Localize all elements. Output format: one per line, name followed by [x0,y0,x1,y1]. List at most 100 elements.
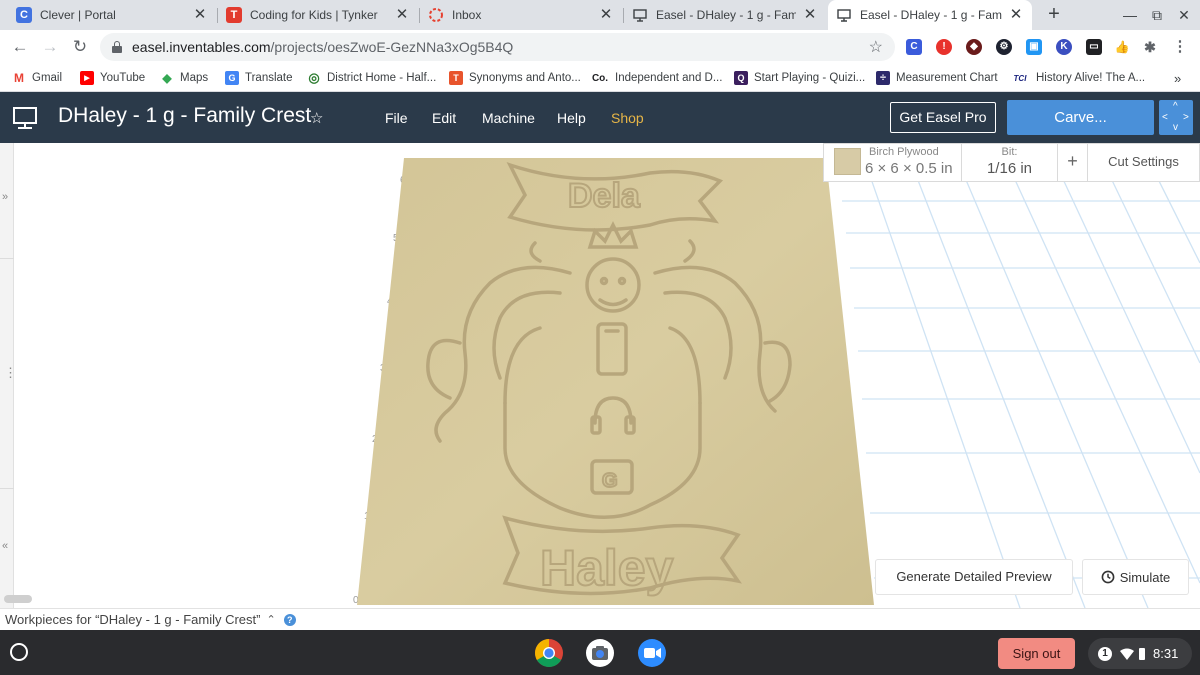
bookmark-maps[interactable]: ◆ Maps [160,70,208,86]
bookmarks-bar: M Gmail ▶ YouTube ◆ Maps G Translate ◎ D… [0,64,1200,92]
bookmark-district-home[interactable]: ◎ District Home - Half... [307,70,436,86]
new-tab-button[interactable]: + [1043,4,1065,26]
tab-close-icon[interactable]: ✕ [192,7,208,23]
translate-icon: G [225,71,239,85]
tynker-favicon-icon: T [226,7,242,23]
tab-inbox[interactable]: Inbox ✕ [420,0,622,30]
easel-favicon-icon [632,7,648,23]
rail-divider [0,488,14,489]
restore-icon[interactable]: ⧉ [1148,6,1166,24]
cast-extension-icon[interactable]: ▭ [1086,39,1102,55]
url-text: easel.inventables.com/projects/oesZwoE-G… [132,39,514,55]
bookmark-synonyms[interactable]: T Synonyms and Anto... [449,70,581,86]
simulate-label: Simulate [1119,569,1171,585]
easel-logo-icon[interactable] [12,106,38,130]
material-selector[interactable]: Birch Plywood 6 × 6 × 0.5 in [824,144,962,181]
bit-value: 1/16 in [986,160,1033,177]
menu-file[interactable]: File [385,110,408,126]
k-extension-icon[interactable]: K [1056,39,1072,55]
menu-help[interactable]: Help [557,110,586,126]
generate-detailed-preview-button[interactable]: Generate Detailed Preview [876,560,1072,594]
tab-close-icon[interactable]: ✕ [394,7,410,23]
launcher-icon[interactable] [10,643,28,661]
puzzle-extension-icon[interactable]: ◆ [966,39,982,55]
add-bit-button[interactable]: + [1058,144,1088,181]
bookmark-measurement-chart[interactable]: ÷ Measurement Chart [876,70,998,86]
workpiece-plywood[interactable] [357,158,874,605]
more-options-icon[interactable]: ⋮ [4,365,17,381]
bookmark-youtube[interactable]: ▶ YouTube [80,70,145,86]
expand-panel-icon[interactable]: » [2,191,8,203]
view-toggle-button[interactable]: ^ < > v [1159,100,1193,135]
bit-selector[interactable]: Bit: 1/16 in [962,144,1058,181]
bookmark-label: Gmail [32,72,63,84]
bookmark-independent[interactable]: Co. Independent and D... [591,70,722,86]
horizontal-scrollbar-thumb[interactable] [4,595,32,603]
wifi-icon [1120,648,1134,660]
address-bar[interactable]: easel.inventables.com/projects/oesZwoE-G… [100,33,895,61]
menu-shop[interactable]: Shop [611,110,644,126]
tci-icon: TCI [1013,73,1027,83]
bookmarks-overflow-button[interactable]: » [1174,70,1181,86]
menu-edit[interactable]: Edit [432,110,456,126]
bookmark-star-icon[interactable]: ☆ [869,37,883,57]
chevron-up-icon[interactable]: ⌃ [266,613,275,626]
bookmark-gmail[interactable]: M Gmail [12,70,62,86]
tab-tynker[interactable]: T Coding for Kids | Tynker ✕ [218,0,418,30]
menu-machine[interactable]: Machine [482,110,535,126]
left-rail: » ⋮ « [0,143,17,608]
tab-easel-1[interactable]: Easel - DHaley - 1 g - Family C ✕ [624,0,826,30]
zoom-app-icon[interactable] [637,638,667,668]
youtube-icon: ▶ [80,71,94,85]
clever-extension-icon[interactable]: C [906,39,922,55]
bookmark-label: History Alive! The A... [1036,72,1146,84]
workpieces-bar[interactable]: Workpieces for “DHaley - 1 g - Family Cr… [0,608,1200,630]
tab-label: Easel - DHaley - 1 g - Family C [860,8,1002,22]
design-canvas[interactable]: 6 5 4 3 2 1 0 [0,143,1200,608]
window-extension-icon[interactable]: ▣ [1026,39,1042,55]
forward-arrow-icon[interactable]: → [40,37,60,57]
bookmark-history-alive[interactable]: TCI History Alive! The A... [1010,70,1146,86]
system-tray[interactable]: 1 8:31 [1088,638,1192,669]
carve-button[interactable]: Carve... [1007,100,1154,135]
workpieces-label: Workpieces for “DHaley - 1 g - Family Cr… [5,612,261,627]
tab-clever-portal[interactable]: C Clever | Portal ✕ [8,0,216,30]
favorite-star-icon[interactable]: ☆ [310,109,323,127]
material-swatch [834,148,861,175]
camera-app-icon[interactable] [585,638,615,668]
bookmark-quizizz[interactable]: Q Start Playing - Quizi... [734,70,865,86]
gear-extension-icon[interactable]: ⚙ [996,39,1012,55]
bookmark-label: Synonyms and Anto... [469,72,581,84]
tab-close-icon[interactable]: ✕ [1008,7,1024,23]
bookmark-translate[interactable]: G Translate [225,70,293,86]
sign-out-button[interactable]: Sign out [998,638,1075,669]
minimize-icon[interactable]: — [1121,6,1139,24]
back-arrow-icon[interactable]: ← [10,37,30,57]
help-icon[interactable]: ? [283,613,296,626]
cut-settings-button[interactable]: Cut Settings [1088,144,1199,181]
simulate-button[interactable]: Simulate [1083,560,1188,594]
arrow-up-icon: ^ [1173,101,1178,112]
chrome-app-icon[interactable] [534,638,564,668]
arrow-right-icon: > [1183,112,1189,123]
menu-icon[interactable]: ⋮ [1172,39,1188,55]
tab-easel-active[interactable]: Easel - DHaley - 1 g - Family C ✕ [828,0,1032,30]
stop-extension-icon[interactable]: ! [936,39,952,55]
collapse-panel-icon[interactable]: « [2,540,8,552]
tab-close-icon[interactable]: ✕ [598,7,614,23]
bookmark-label: District Home - Half... [327,72,437,84]
gmail-icon: M [14,71,24,85]
window-close-icon[interactable]: ✕ [1175,6,1193,24]
co-icon: Co. [591,72,609,84]
get-easel-pro-button[interactable]: Get Easel Pro [890,102,996,133]
bookmark-label: Measurement Chart [896,72,998,84]
tab-close-icon[interactable]: ✕ [802,7,818,23]
synonyms-icon: T [449,71,463,85]
thumb-extension-icon[interactable]: 👍 [1114,39,1130,55]
perspective-grid: 6 5 4 3 2 1 0 [353,146,1200,608]
reload-icon[interactable]: ↻ [70,37,90,57]
puzzle-icon[interactable]: ✱ [1142,39,1158,55]
easel-header: DHaley - 1 g - Family Crest ☆ File Edit … [0,92,1200,143]
project-title[interactable]: DHaley - 1 g - Family Crest [58,104,311,128]
battery-icon [1139,647,1145,660]
